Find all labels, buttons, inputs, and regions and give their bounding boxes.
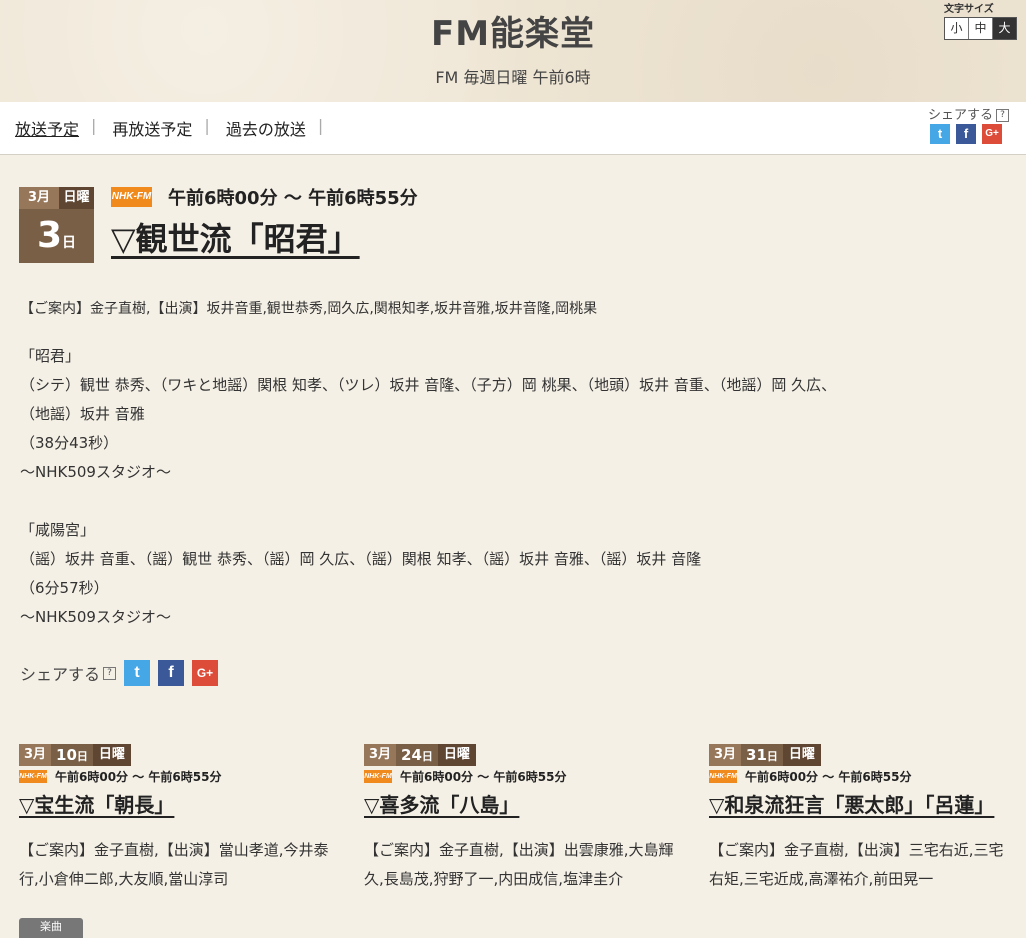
nav-separator: | [91, 116, 97, 135]
site-header: FM能楽堂 FM 毎週日曜 午前6時 文字サイズ 小 中 大 [0, 0, 1026, 102]
music-tag-button[interactable]: 楽曲 [19, 918, 83, 938]
program-date-box: 3月 日曜 3日 [19, 187, 94, 263]
card-date: 3月 10日 日曜 [19, 744, 339, 766]
program-card: 3月 24日 日曜 NHK-FM 午前6時00分 〜 午前6時55分 ▽喜多流「… [364, 744, 684, 894]
description-line: 〜NHK509スタジオ〜 [20, 463, 171, 481]
font-size-small-button[interactable]: 小 [945, 18, 969, 39]
card-day: 24日 [396, 744, 438, 766]
schedule-nav: 放送予定 | 再放送予定 | 過去の放送 | [15, 116, 339, 140]
program-day: 3日 [19, 209, 94, 263]
program-time: 午前6時00分 〜 午前6時55分 [168, 188, 418, 209]
font-size-selector: 小 中 大 [944, 17, 1017, 40]
card-day-unit: 日 [766, 750, 778, 763]
program-weekday: 日曜 [59, 187, 94, 209]
site-title[interactable]: FM能楽堂 [0, 6, 1026, 55]
font-size-medium-button[interactable]: 中 [969, 18, 993, 39]
description-line: （シテ）観世 恭秀、（ワキと地謡）関根 知孝、（ツレ）坂井 音隆、（子方）岡 桃… [20, 376, 837, 394]
card-title[interactable]: ▽喜多流「八島」 [364, 790, 684, 820]
twitter-icon[interactable]: t [930, 124, 950, 144]
card-day-unit: 日 [421, 750, 433, 763]
card-guide: 【ご案内】金子直樹,【出演】三宅右近,三宅右矩,三宅近成,高澤祐介,前田晃一 [709, 841, 1004, 888]
card-time: 午前6時00分 〜 午前6時55分 [745, 769, 912, 784]
description-line [20, 487, 1010, 516]
share-icons-top: t f G+ [930, 124, 1002, 144]
nhk-fm-logo-icon: NHK-FM [111, 187, 152, 207]
card-month: 3月 [364, 744, 397, 766]
program-description: 「昭君」 （シテ）観世 恭秀、（ワキと地謡）関根 知孝、（ツレ）坂井 音隆、（子… [20, 342, 1010, 632]
program-title[interactable]: ▽観世流「昭君」 [111, 214, 360, 260]
google-plus-icon[interactable]: G+ [192, 660, 219, 686]
help-icon[interactable]: ? [103, 666, 117, 680]
nav-separator: | [317, 116, 324, 135]
card-title[interactable]: ▽和泉流狂言「悪太郎」「呂蓮」 [709, 790, 1009, 820]
description-line: 〜NHK509スタジオ〜 [20, 608, 171, 626]
card-weekday: 日曜 [437, 744, 476, 766]
nhk-fm-logo-icon: NHK-FM [19, 769, 47, 783]
card-time: 午前6時00分 〜 午前6時55分 [400, 769, 567, 784]
facebook-icon[interactable]: f [956, 124, 976, 144]
share-label: シェアする [20, 665, 101, 684]
nav-item-schedule[interactable]: 放送予定 [15, 116, 91, 140]
program-day-number: 3 [36, 215, 63, 256]
card-day-number: 10 [56, 746, 77, 764]
description-line: （地謡）坂井 音雅 [20, 405, 145, 423]
share-label: シェアする [928, 108, 994, 123]
site-subtitle: FM 毎週日曜 午前6時 [435, 68, 591, 87]
program-guide: 【ご案内】金子直樹,【出演】坂井音重,観世恭秀,岡久広,関根知孝,坂井音雅,坂井… [20, 301, 598, 317]
card-day: 10日 [51, 744, 93, 766]
card-day-number: 31 [746, 746, 767, 764]
nav-bar: 放送予定 | 再放送予定 | 過去の放送 | シェアする? t f G+ [0, 102, 1026, 155]
card-month: 3月 [19, 744, 52, 766]
share-program: シェアする? t f G+ [20, 660, 219, 686]
nav-separator: | [204, 116, 210, 135]
card-guide: 【ご案内】金子直樹,【出演】當山孝道,今井泰行,小倉伸二郎,大友順,當山淳司 [19, 841, 329, 888]
facebook-icon[interactable]: f [158, 660, 185, 686]
help-icon[interactable]: ? [996, 109, 1010, 122]
card-day-unit: 日 [76, 750, 88, 763]
card-date: 3月 31日 日曜 [709, 744, 1009, 766]
card-guide: 【ご案内】金子直樹,【出演】出雲康雅,大島輝久,長島茂,狩野了一,内田成信,塩津… [364, 841, 674, 888]
google-plus-icon[interactable]: G+ [982, 124, 1002, 144]
nav-item-rebroadcast[interactable]: 再放送予定 [112, 116, 204, 140]
card-weekday: 日曜 [782, 744, 821, 766]
description-line: （謡）坂井 音重、（謡）観世 恭秀、（謡）岡 久広、（謡）関根 知孝、（謡）坂井… [20, 550, 702, 568]
description-line: 「咸陽宮」 [20, 521, 96, 539]
nhk-fm-logo-icon: NHK-FM [364, 769, 392, 783]
card-weekday: 日曜 [92, 744, 131, 766]
program-day-unit: 日 [62, 235, 77, 251]
card-time: 午前6時00分 〜 午前6時55分 [55, 769, 222, 784]
description-line: （38分43秒） [20, 434, 119, 452]
nhk-fm-logo-icon: NHK-FM [709, 769, 737, 783]
font-size-large-button[interactable]: 大 [993, 18, 1016, 39]
card-day-number: 24 [401, 746, 422, 764]
share-header: シェアする? [928, 104, 1010, 123]
font-size-label: 文字サイズ [944, 4, 994, 15]
program-card: 3月 10日 日曜 NHK-FM 午前6時00分 〜 午前6時55分 ▽宝生流「… [19, 744, 339, 894]
program-card: 3月 31日 日曜 NHK-FM 午前6時00分 〜 午前6時55分 ▽和泉流狂… [709, 744, 1009, 894]
program-month: 3月 [19, 187, 59, 209]
description-line: 「昭君」 [20, 347, 81, 365]
card-day: 31日 [741, 744, 783, 766]
card-title[interactable]: ▽宝生流「朝長」 [19, 790, 339, 820]
card-month: 3月 [709, 744, 742, 766]
twitter-icon[interactable]: t [124, 660, 151, 686]
description-line: （6分57秒） [20, 579, 109, 597]
card-date: 3月 24日 日曜 [364, 744, 684, 766]
nav-item-past[interactable]: 過去の放送 [226, 116, 318, 140]
